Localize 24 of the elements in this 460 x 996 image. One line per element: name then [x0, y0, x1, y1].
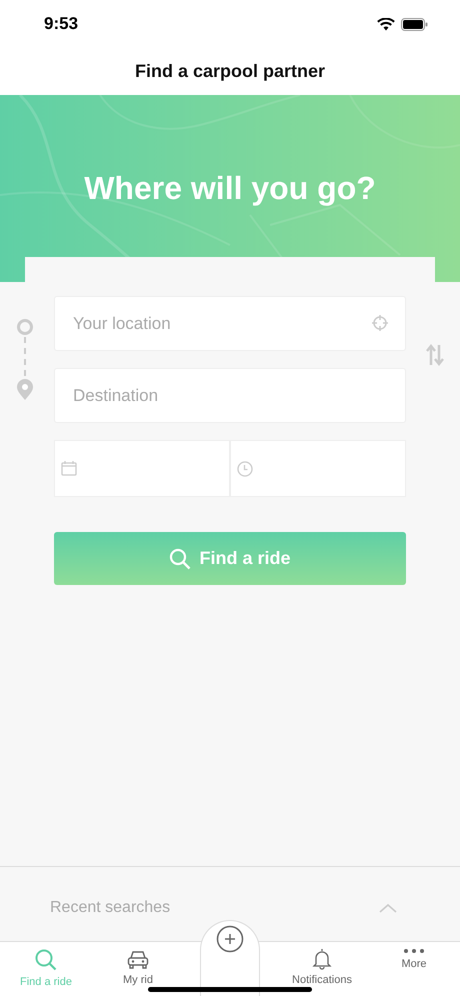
bell-icon	[311, 948, 333, 970]
calendar-icon	[61, 461, 77, 476]
tab-item[interactable]: More	[368, 942, 460, 996]
wifi-icon	[377, 18, 395, 30]
tab-item[interactable]: My rid	[92, 942, 184, 996]
location-field[interactable]: Your location	[54, 296, 406, 351]
clock-icon	[237, 460, 253, 476]
tab-item[interactable]: Notifications	[276, 942, 368, 996]
add-icon	[216, 925, 244, 953]
recent-searches-label: Recent searches	[50, 899, 170, 917]
date-field[interactable]	[54, 440, 230, 497]
page-title: Find a carpool partner	[134, 61, 326, 82]
chevron-icon[interactable]	[379, 903, 397, 913]
swap-icon[interactable]	[426, 344, 444, 366]
time-field[interactable]	[230, 440, 406, 497]
search-icon	[34, 948, 58, 972]
hero-heading: Where will you go?	[84, 170, 376, 208]
search-icon	[169, 548, 192, 570]
destination-field[interactable]: Destination	[54, 368, 406, 423]
more-icon	[403, 948, 425, 954]
create-ride-tab[interactable]	[200, 920, 260, 996]
battery-icon	[401, 18, 428, 30]
status-time: 9:53	[44, 14, 78, 34]
crosshair-icon[interactable]	[371, 314, 389, 332]
